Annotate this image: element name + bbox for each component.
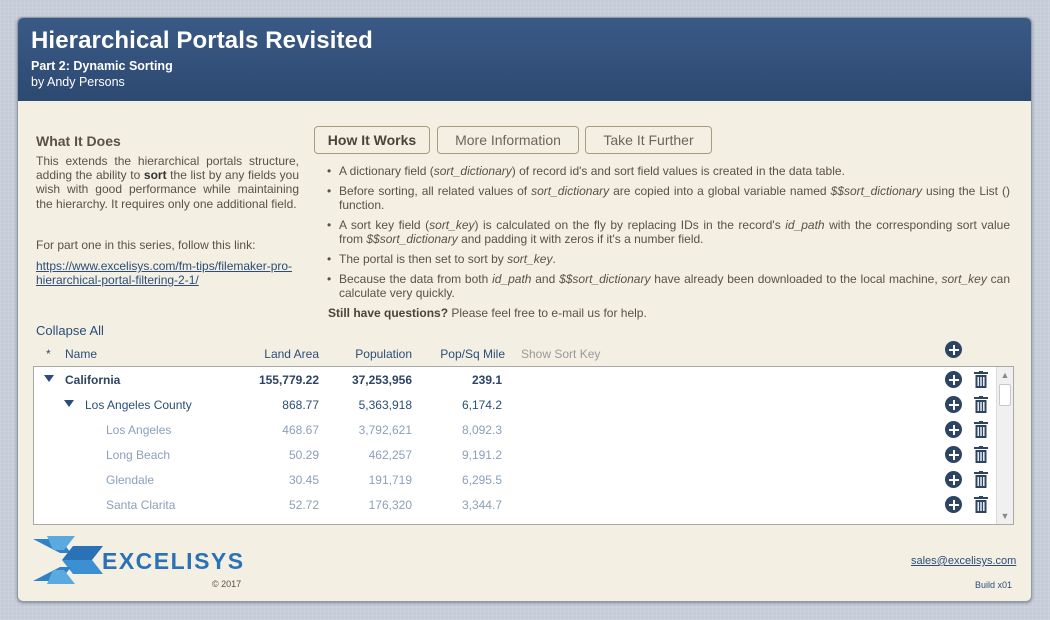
row-pop-sq-mile: 6,295.5 <box>461 473 502 487</box>
author-byline: by Andy Persons <box>31 75 125 89</box>
row-land-area: 468.67 <box>282 423 319 437</box>
list-item: The portal is then set to sort by sort_k… <box>327 252 1010 266</box>
app-window: Hierarchical Portals Revisited Part 2: D… <box>17 17 1032 602</box>
add-circle-icon[interactable] <box>945 396 962 413</box>
row-pop-sq-mile: 9,191.2 <box>461 448 502 462</box>
part-one-link[interactable]: https://www.excelisys.com/fm-tips/filema… <box>36 259 301 287</box>
tab-how-it-works[interactable]: How It Works <box>314 126 430 154</box>
row-land-area: 30.45 <box>288 473 319 487</box>
list-item: A sort key field (sort_key) is calculate… <box>327 218 1010 246</box>
how-it-works-list: A dictionary field (sort_dictionary) of … <box>327 164 1010 306</box>
row-population: 191,719 <box>368 473 412 487</box>
column-header-population[interactable]: Population <box>325 347 412 361</box>
table-row[interactable]: Long Beach 50.29 462,257 9,191.2 <box>34 442 997 467</box>
add-circle-icon[interactable] <box>945 446 962 463</box>
add-circle-icon[interactable] <box>945 421 962 438</box>
what-it-does-heading: What It Does <box>36 133 121 149</box>
row-land-area: 50.29 <box>288 448 319 462</box>
sales-email-link[interactable]: sales@excelisys.com <box>911 555 1016 567</box>
show-sort-key-toggle[interactable]: Show Sort Key <box>521 347 600 361</box>
row-population: 37,253,956 <box>351 373 412 387</box>
trash-icon[interactable] <box>974 421 988 438</box>
logo-wordmark: EXCELISYS <box>102 548 245 574</box>
column-header-name[interactable]: Name <box>65 347 97 361</box>
row-pop-sq-mile: 8,092.3 <box>461 423 502 437</box>
table-row[interactable]: Los Angeles County 868.77 5,363,918 6,174.2 <box>34 392 997 417</box>
collapse-all-button[interactable]: Collapse All <box>36 323 104 338</box>
what-it-does-body: This extends the hierarchical portals st… <box>36 154 300 211</box>
hierarchy-portal: California 155,779.22 37,253,956 239.1 Los A… <box>33 366 1014 525</box>
row-pop-sq-mile: 3,344.7 <box>461 498 502 512</box>
row-population: 5,363,918 <box>358 398 412 412</box>
table-row[interactable]: Los Angeles 468.67 3,792,621 8,092.3 <box>34 417 997 442</box>
row-pop-sq-mile: 239.1 <box>471 373 502 387</box>
add-circle-icon[interactable] <box>945 371 962 388</box>
disclosure-triangle-icon[interactable] <box>44 375 54 382</box>
tab-more-information[interactable]: More Information <box>437 126 579 154</box>
row-name: California <box>65 373 121 387</box>
column-header-star[interactable]: * <box>46 347 51 361</box>
part-one-text: For part one in this series, follow this… <box>36 238 256 252</box>
row-land-area: 155,779.22 <box>258 373 319 387</box>
table-row[interactable]: Glendale 30.45 191,719 6,295.5 <box>34 467 997 492</box>
trash-icon[interactable] <box>974 396 988 413</box>
trash-icon[interactable] <box>974 471 988 488</box>
scroll-up-icon[interactable]: ▲ <box>997 367 1013 383</box>
copyright-text: © 2017 <box>212 579 242 589</box>
page-title: Hierarchical Portals Revisited <box>31 27 373 54</box>
list-item: Before sorting, all related values of so… <box>327 184 1010 212</box>
row-name: Long Beach <box>106 448 171 462</box>
table-row[interactable]: California 155,779.22 37,253,956 239.1 <box>34 367 997 392</box>
portal-scrollbar[interactable]: ▲ ▼ <box>996 367 1013 524</box>
list-item: A dictionary field (sort_dictionary) of … <box>327 164 1010 178</box>
scroll-down-icon[interactable]: ▼ <box>997 508 1013 524</box>
row-name: Santa Clarita <box>106 498 176 512</box>
disclosure-triangle-icon[interactable] <box>64 400 74 407</box>
row-population: 176,320 <box>368 498 412 512</box>
add-circle-icon[interactable] <box>945 496 962 513</box>
add-circle-icon[interactable] <box>945 471 962 488</box>
row-population: 3,792,621 <box>358 423 412 437</box>
scroll-thumb[interactable] <box>999 384 1011 406</box>
build-label: Build x01 <box>975 580 1013 590</box>
excelisys-logo-icon <box>33 536 103 584</box>
column-header-land-area[interactable]: Land Area <box>218 347 319 361</box>
trash-icon[interactable] <box>974 446 988 463</box>
trash-icon[interactable] <box>974 496 988 513</box>
list-item: Because the data from both id_path and $… <box>327 272 1010 300</box>
row-land-area: 52.72 <box>288 498 319 512</box>
trash-icon[interactable] <box>974 371 988 388</box>
row-name: Los Angeles <box>106 423 172 437</box>
row-name: Los Angeles County <box>85 398 192 412</box>
column-header-pop-sq-mile[interactable]: Pop/Sq Mile <box>421 347 505 361</box>
still-have-questions: Still have questions? Please feel free t… <box>328 306 647 320</box>
row-name: Glendale <box>106 473 155 487</box>
page-subtitle: Part 2: Dynamic Sorting <box>31 59 173 73</box>
table-row[interactable]: Santa Clarita 52.72 176,320 3,344.7 <box>34 492 997 517</box>
header-banner: Hierarchical Portals Revisited Part 2: D… <box>18 18 1031 101</box>
tab-take-it-further[interactable]: Take It Further <box>585 126 712 154</box>
row-pop-sq-mile: 6,174.2 <box>461 398 502 412</box>
row-land-area: 868.77 <box>282 398 319 412</box>
add-circle-icon[interactable] <box>945 341 962 358</box>
row-population: 462,257 <box>368 448 412 462</box>
